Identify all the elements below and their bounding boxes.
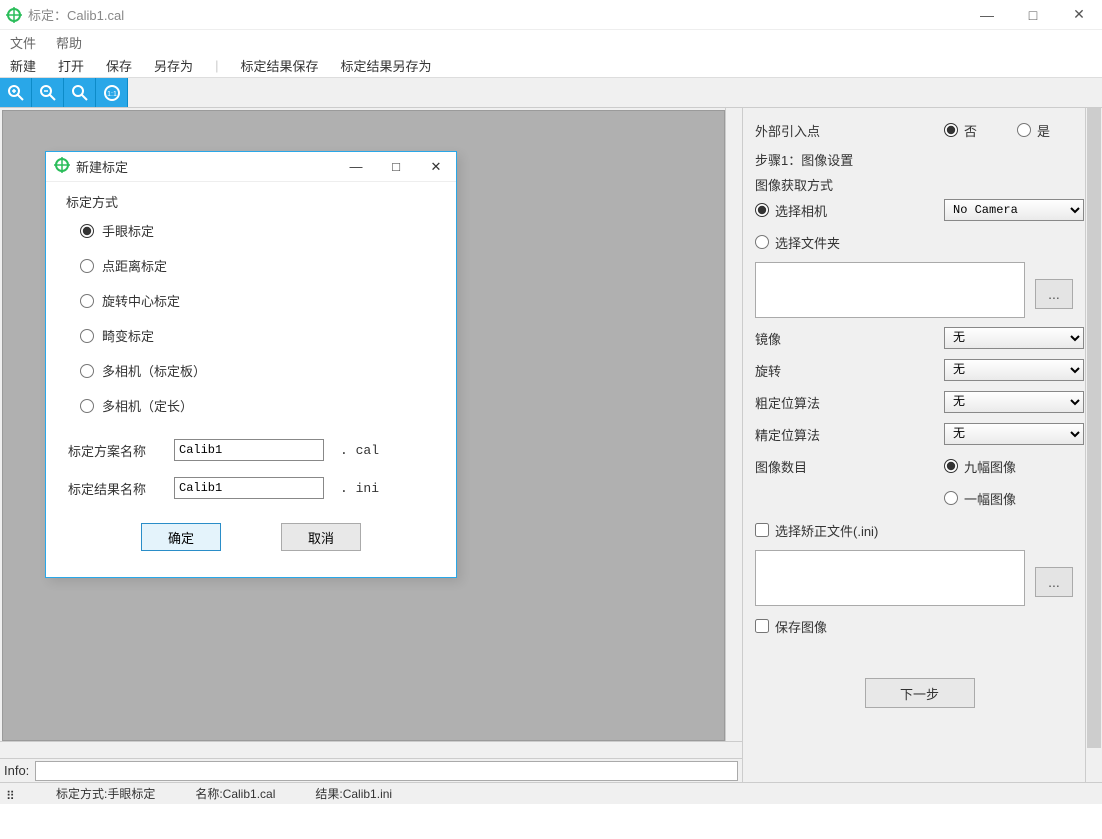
- plan-name-label: 标定方案名称: [68, 441, 158, 460]
- ext-point-yes[interactable]: 是: [1017, 121, 1050, 140]
- one-image-radio[interactable]: 一幅图像: [944, 489, 1084, 508]
- window-title: 标定：Calib1.cal: [28, 5, 124, 24]
- dialog-close-button[interactable]: ✕: [416, 152, 456, 182]
- select-camera-radio[interactable]: 选择相机: [755, 201, 944, 220]
- result-name-label: 标定结果名称: [68, 479, 158, 498]
- statusbar: ⠿ 标定方式:手眼标定 名称:Calib1.cal 结果:Calib1.ini: [0, 782, 1102, 804]
- opt-hand-eye[interactable]: 手眼标定: [80, 221, 436, 240]
- action-new[interactable]: 新建: [10, 56, 36, 75]
- opt-multi-cam-fixed[interactable]: 多相机（定长）: [80, 396, 436, 415]
- folder-path-display: [755, 262, 1025, 318]
- ini-path-display: [755, 550, 1025, 606]
- rotate-select[interactable]: 无: [944, 359, 1084, 381]
- save-image-checkbox[interactable]: 保存图像: [755, 617, 827, 636]
- coarse-label: 粗定位算法: [755, 393, 944, 412]
- maximize-button[interactable]: □: [1010, 0, 1056, 30]
- browse-folder-button[interactable]: ...: [1035, 279, 1073, 309]
- dialog-maximize-button[interactable]: □: [376, 152, 416, 182]
- ok-button[interactable]: 确定: [141, 523, 221, 551]
- grip-icon: ⠿: [6, 789, 16, 799]
- plan-ext: . cal: [340, 443, 379, 458]
- result-ext: . ini: [340, 481, 379, 496]
- svg-text:1:1: 1:1: [107, 91, 117, 98]
- calib-mode-label: 标定方式: [66, 192, 436, 211]
- dialog-title: 新建标定: [76, 157, 128, 176]
- nine-images-radio[interactable]: 九幅图像: [944, 457, 1084, 476]
- step1-heading: 步骤1：图像设置: [755, 150, 1084, 169]
- select-ini-checkbox[interactable]: 选择矫正文件(.ini): [755, 521, 878, 540]
- next-step-button[interactable]: 下一步: [865, 678, 975, 708]
- zoom-in-button[interactable]: [0, 78, 32, 107]
- menubar: 文件 帮助: [0, 30, 1102, 54]
- minimize-button[interactable]: —: [964, 0, 1010, 30]
- cancel-button[interactable]: 取消: [281, 523, 361, 551]
- select-folder-radio[interactable]: 选择文件夹: [755, 233, 1084, 252]
- canvas-hscroll[interactable]: [0, 741, 742, 758]
- ext-point-label: 外部引入点: [755, 121, 944, 140]
- ext-point-no[interactable]: 否: [944, 121, 977, 140]
- close-button[interactable]: ✕: [1056, 0, 1102, 30]
- zoom-out-button[interactable]: [32, 78, 64, 107]
- acq-mode-heading: 图像获取方式: [755, 175, 1084, 194]
- info-label: Info:: [4, 763, 29, 778]
- info-input[interactable]: [35, 761, 738, 781]
- dialog-minimize-button[interactable]: —: [336, 152, 376, 182]
- app-icon: [6, 7, 22, 23]
- settings-panel: 外部引入点 否 是 步骤1：图像设置 图像获取方式 选择相机 No Camera…: [742, 108, 1102, 782]
- camera-select[interactable]: No Camera: [944, 199, 1084, 221]
- result-name-input[interactable]: [174, 477, 324, 499]
- opt-rotation-center[interactable]: 旋转中心标定: [80, 291, 436, 310]
- fine-select[interactable]: 无: [944, 423, 1084, 445]
- side-vscroll[interactable]: [1085, 108, 1102, 782]
- plan-name-input[interactable]: [174, 439, 324, 461]
- fine-label: 精定位算法: [755, 425, 944, 444]
- menu-file[interactable]: 文件: [10, 33, 36, 52]
- canvas-vscroll[interactable]: [725, 108, 742, 741]
- zoom-toolbar: 1:1: [0, 78, 1102, 108]
- img-count-label: 图像数目: [755, 457, 944, 476]
- image-canvas[interactable]: 新建标定 — □ ✕ 标定方式 手眼标定 点距离标定 旋转中心标定: [2, 110, 725, 741]
- coarse-select[interactable]: 无: [944, 391, 1084, 413]
- status-result: 结果:Calib1.ini: [315, 785, 392, 802]
- browse-ini-button[interactable]: ...: [1035, 567, 1073, 597]
- opt-point-distance[interactable]: 点距离标定: [80, 256, 436, 275]
- rotate-label: 旋转: [755, 361, 944, 380]
- action-save[interactable]: 保存: [106, 56, 132, 75]
- action-result-save[interactable]: 标定结果保存: [240, 56, 318, 75]
- action-saveas[interactable]: 另存为: [154, 56, 193, 75]
- dialog-icon: [54, 157, 70, 176]
- zoom-actual-button[interactable]: 1:1: [96, 78, 128, 107]
- action-open[interactable]: 打开: [58, 56, 84, 75]
- window-titlebar: 标定：Calib1.cal — □ ✕: [0, 0, 1102, 30]
- action-toolbar: 新建 打开 保存 另存为 | 标定结果保存 标定结果另存为: [0, 54, 1102, 78]
- separator: |: [215, 58, 218, 73]
- mirror-label: 镜像: [755, 329, 944, 348]
- action-result-saveas[interactable]: 标定结果另存为: [340, 56, 431, 75]
- mirror-select[interactable]: 无: [944, 327, 1084, 349]
- canvas-panel: 新建标定 — □ ✕ 标定方式 手眼标定 点距离标定 旋转中心标定: [0, 108, 742, 782]
- zoom-fit-button[interactable]: [64, 78, 96, 107]
- opt-distortion[interactable]: 畸变标定: [80, 326, 436, 345]
- status-name: 名称:Calib1.cal: [195, 785, 275, 802]
- new-calibration-dialog: 新建标定 — □ ✕ 标定方式 手眼标定 点距离标定 旋转中心标定: [45, 151, 457, 578]
- status-mode: 标定方式:手眼标定: [56, 785, 155, 802]
- opt-multi-cam-board[interactable]: 多相机（标定板）: [80, 361, 436, 380]
- menu-help[interactable]: 帮助: [56, 33, 82, 52]
